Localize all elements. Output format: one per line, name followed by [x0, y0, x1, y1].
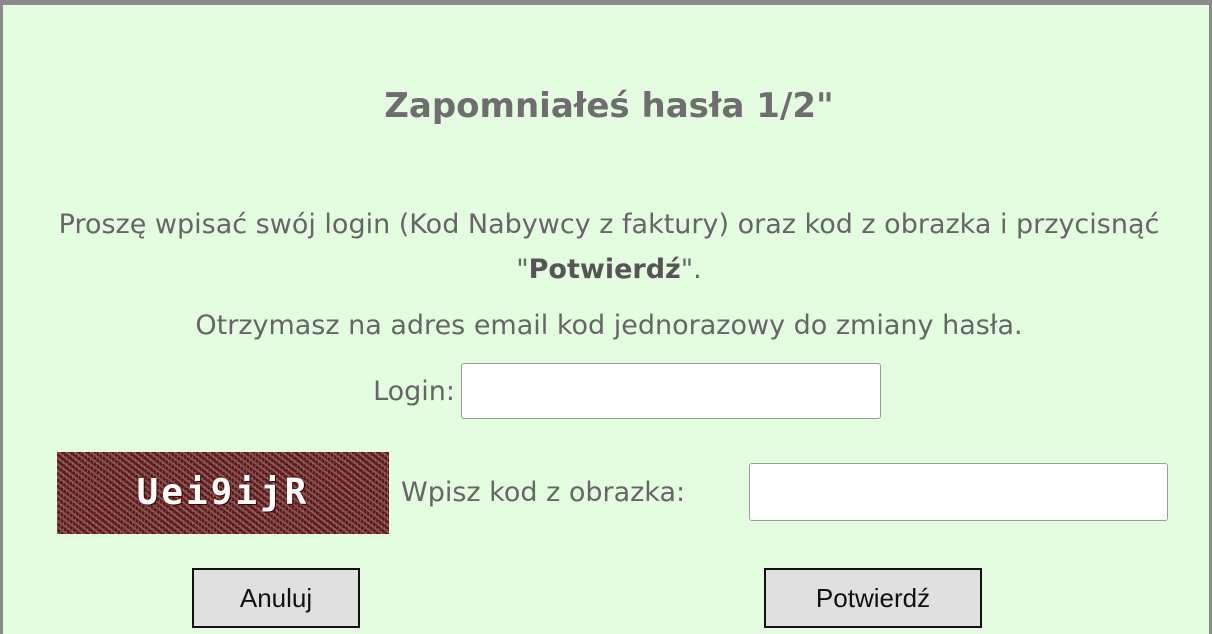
- captcha-code-label: Wpisz kod z obrazka:: [401, 477, 686, 508]
- password-reset-panel: Zapomniałeś hasła 1/2" Proszę wpisać swó…: [0, 0, 1212, 634]
- login-input[interactable]: [461, 363, 881, 419]
- confirm-button[interactable]: Potwierdź: [764, 568, 982, 628]
- cancel-button[interactable]: Anuluj: [192, 568, 360, 628]
- captcha-image: Uei9ijR: [57, 452, 389, 534]
- captcha-code-text: Uei9ijR: [136, 472, 310, 513]
- login-label: Login:: [373, 376, 455, 407]
- captcha-code-input[interactable]: [749, 463, 1168, 521]
- instruction-text: Proszę wpisać swój login (Kod Nabywcy z …: [23, 202, 1195, 292]
- instruction-text-end: ".: [680, 254, 702, 285]
- instruction-text-bold: Potwierdź: [528, 254, 681, 285]
- info-text: Otrzymasz na adres email kod jednorazowy…: [195, 310, 1023, 341]
- page-title: Zapomniałeś hasła 1/2": [384, 86, 834, 126]
